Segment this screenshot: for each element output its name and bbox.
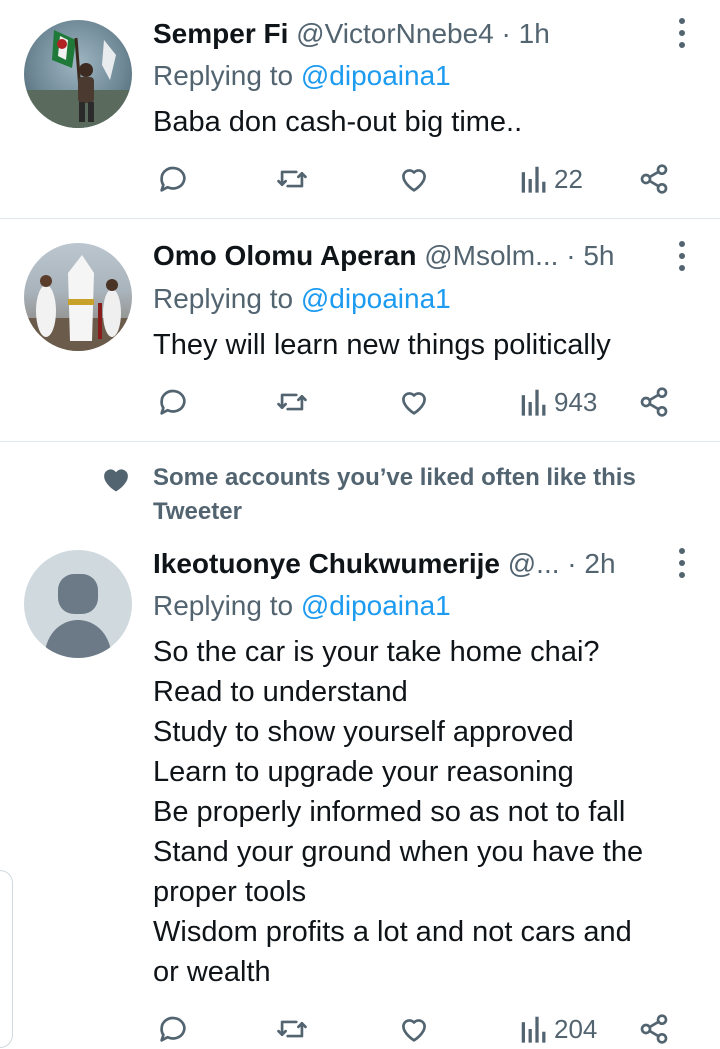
tweet-text-line: Be properly informed so as not to fall (153, 796, 626, 828)
retweet-button[interactable] (274, 382, 310, 422)
side-panel-edge[interactable] (0, 870, 13, 1048)
reply-mention[interactable]: @dipoaina1 (301, 60, 451, 91)
reply-mention[interactable]: @dipoaina1 (301, 590, 451, 621)
heart-icon (402, 1019, 426, 1042)
views-count: 943 (554, 386, 598, 417)
display-name[interactable]: Semper Fi (153, 18, 288, 49)
heart-icon (402, 392, 426, 415)
tweet-text-line: So the car is your take home chai? (153, 636, 600, 668)
action-bar: 22 (0, 159, 720, 199)
user-handle[interactable]: @... (508, 548, 560, 579)
reply-button[interactable] (156, 382, 190, 422)
heart-icon (104, 469, 128, 492)
user-handle[interactable]: @Msolm... (424, 240, 558, 271)
tweet-text-line: Study to show yourself approved (153, 716, 574, 748)
reply-prefix: Replying to (153, 590, 294, 621)
like-button[interactable] (397, 382, 431, 422)
views-button[interactable]: 943 (520, 382, 597, 422)
retweet-button[interactable] (274, 1009, 310, 1049)
separator: · (501, 18, 511, 49)
share-icon (640, 1014, 668, 1044)
retweet-icon (277, 1020, 307, 1038)
more-icon[interactable] (678, 241, 686, 271)
tweet-text-line: proper tools (153, 876, 307, 908)
tweet-text-line: Stand your ground when you have the (153, 836, 644, 868)
separator: · (567, 548, 577, 579)
tweet-header: Ikeotuonye Chukwumerije @... · 2h (153, 544, 660, 584)
tweet-text: Baba don cash-out big time.. (153, 102, 690, 142)
tweet[interactable]: Some accounts you’ve liked often like th… (0, 442, 720, 1046)
tweet-text-line: Learn to upgrade your reasoning (153, 756, 574, 788)
tweet-text-line: They will learn new things politically (153, 329, 611, 361)
tweet-header: Semper Fi @VictorNnebe4 · 1h (153, 14, 660, 54)
tweet-text-line: Baba don cash-out big time.. (153, 106, 523, 138)
views-icon (521, 1016, 546, 1043)
reply-prefix: Replying to (153, 283, 294, 314)
separator: · (566, 240, 576, 271)
more-icon[interactable] (678, 548, 686, 578)
views-icon (521, 166, 546, 193)
reply-icon (160, 166, 186, 192)
reply-icon (160, 1016, 186, 1042)
timestamp[interactable]: 2h (584, 548, 615, 579)
display-name[interactable]: Omo Olomu Aperan (153, 240, 416, 271)
tweet-text: They will learn new things politically (153, 325, 690, 365)
tweet-text-line: Read to understand (153, 676, 408, 708)
share-button[interactable] (638, 1009, 670, 1049)
tweet-text: So the car is your take home chai? Read … (153, 632, 690, 992)
social-context: Some accounts you’ve liked often like th… (153, 464, 636, 525)
display-name[interactable]: Ikeotuonye Chukwumerije (153, 548, 500, 579)
views-count: 204 (554, 1013, 598, 1044)
replying-to: Replying to @dipoaina1 (153, 586, 451, 626)
more-icon[interactable] (678, 18, 686, 48)
reply-button[interactable] (156, 1009, 190, 1049)
tweet-text-line: or wealth (153, 956, 271, 988)
share-icon (640, 387, 668, 417)
action-bar: 943 (0, 382, 720, 422)
avatar[interactable] (24, 243, 132, 351)
action-bar: 204 (0, 1009, 720, 1049)
retweet-button[interactable] (274, 159, 310, 199)
views-icon (521, 389, 546, 416)
timestamp[interactable]: 5h (583, 240, 614, 271)
replying-to: Replying to @dipoaina1 (153, 279, 451, 319)
timestamp[interactable]: 1h (519, 18, 550, 49)
reply-mention[interactable]: @dipoaina1 (301, 283, 451, 314)
avatar[interactable] (24, 20, 132, 128)
tweet-text-line: Wisdom profits a lot and not cars and (153, 916, 632, 948)
share-icon (640, 164, 668, 194)
replying-to: Replying to @dipoaina1 (153, 56, 451, 96)
heart-icon (402, 169, 426, 192)
views-count: 22 (554, 163, 583, 194)
reply-prefix: Replying to (153, 60, 294, 91)
retweet-icon (277, 393, 307, 411)
tweet-header: Omo Olomu Aperan @Msolm... · 5h (153, 236, 660, 276)
like-button[interactable] (397, 159, 431, 199)
reply-button[interactable] (156, 159, 190, 199)
reply-icon (160, 389, 186, 415)
avatar[interactable] (24, 550, 132, 658)
user-handle[interactable]: @VictorNnebe4 (296, 18, 494, 49)
views-button[interactable]: 204 (520, 1009, 597, 1049)
tweet[interactable]: Semper Fi @VictorNnebe4 · 1h Replying to… (0, 0, 720, 219)
like-button[interactable] (397, 1009, 431, 1049)
views-button[interactable]: 22 (520, 159, 583, 199)
share-button[interactable] (638, 382, 670, 422)
tweet[interactable]: Omo Olomu Aperan @Msolm... · 5h Replying… (0, 219, 720, 442)
share-button[interactable] (638, 159, 670, 199)
retweet-icon (277, 170, 307, 188)
